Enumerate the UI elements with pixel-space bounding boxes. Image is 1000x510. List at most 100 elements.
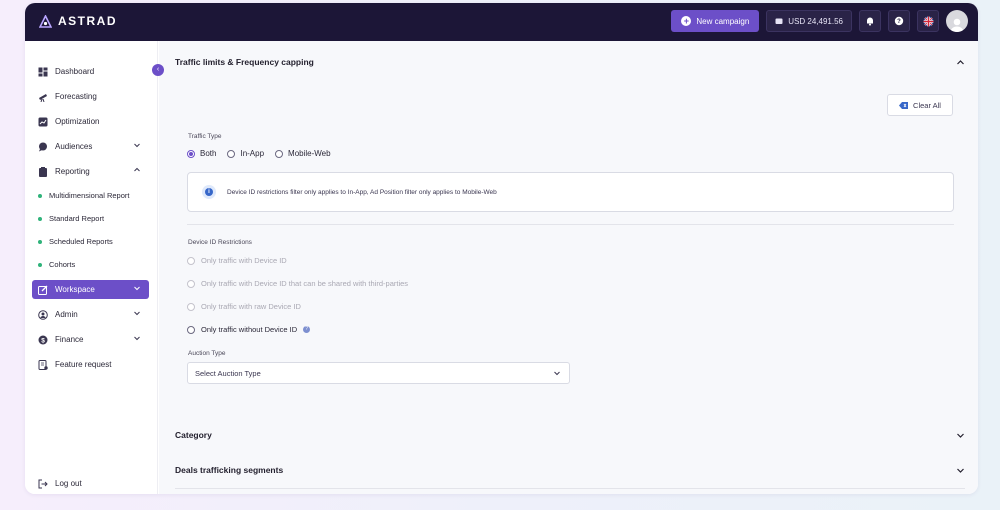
telescope-icon — [38, 92, 48, 102]
section-title: Category — [175, 430, 212, 440]
notifications-button[interactable] — [859, 10, 881, 32]
bell-icon — [867, 17, 873, 26]
new-campaign-button[interactable]: + New campaign — [671, 10, 760, 32]
chevron-down-icon — [134, 311, 140, 316]
device-id-option-with-id[interactable]: Only traffic with Device ID — [187, 256, 287, 265]
sidebar-collapse-button[interactable]: ‹ — [152, 64, 164, 76]
sidebar-item-workspace[interactable]: Workspace — [32, 280, 149, 299]
radio-selected-indicator — [187, 149, 195, 158]
section-category-header[interactable]: Category — [175, 430, 965, 440]
logout-button[interactable]: Log out — [32, 474, 149, 493]
option-label: Only traffic with Device ID that can be … — [201, 279, 409, 288]
sidebar-item-audiences[interactable]: Audiences — [32, 137, 149, 156]
radio-in-app[interactable]: In-App — [227, 149, 264, 158]
traffic-type-radio-group: Both In-App Mobile-Web — [187, 149, 331, 158]
device-id-option-shareable[interactable]: Only traffic with Device ID that can be … — [187, 279, 408, 288]
sidebar-item-forecasting[interactable]: Forecasting — [32, 87, 149, 106]
language-button[interactable] — [917, 10, 939, 32]
sidebar-subitem-standard-report[interactable]: Standard Report — [38, 214, 104, 223]
status-dot — [38, 262, 42, 267]
section-title: Deals trafficking segments — [175, 465, 284, 475]
sidebar-item-label: Feature request — [55, 360, 112, 369]
uk-flag-icon — [923, 16, 933, 26]
info-banner: i Device ID restrictions filter only app… — [187, 172, 954, 212]
sidebar-item-label: Forecasting — [55, 92, 97, 101]
status-dot — [38, 239, 42, 244]
status-dot — [38, 216, 42, 221]
radio-both[interactable]: Both — [187, 149, 216, 158]
balance-value: USD 24,491.56 — [788, 16, 843, 26]
dashboard-icon — [38, 67, 48, 77]
sidebar-subitem-label: Scheduled Reports — [49, 237, 113, 246]
divider — [175, 488, 965, 489]
help-icon[interactable]: ? — [303, 326, 311, 333]
new-campaign-label: New campaign — [696, 16, 750, 26]
device-id-option-raw[interactable]: Only traffic with raw Device ID — [187, 302, 301, 311]
section-deals-header[interactable]: Deals trafficking segments — [175, 465, 965, 475]
sidebar-item-dashboard[interactable]: Dashboard — [32, 62, 149, 81]
sidebar-subitem-label: Standard Report — [49, 214, 105, 223]
option-label: Only traffic without Device ID — [201, 325, 298, 334]
chart-icon — [38, 117, 48, 127]
shield-icon — [38, 309, 48, 320]
sidebar-item-reporting[interactable]: Reporting — [32, 162, 149, 181]
sidebar-item-optimization[interactable]: Optimization — [32, 112, 149, 131]
chevron-down-icon — [957, 433, 964, 438]
radio-mobile-web[interactable]: Mobile-Web — [275, 149, 331, 158]
traffic-type-label: Traffic Type — [188, 133, 222, 140]
help-button[interactable]: ? — [888, 10, 910, 32]
sidebar-item-label: Reporting — [55, 167, 90, 176]
device-id-option-without-id[interactable]: Only traffic without Device ID ? — [187, 325, 311, 334]
radio-label: Mobile-Web — [288, 149, 331, 158]
sidebar-item-label: Audiences — [55, 142, 93, 151]
radio-indicator — [227, 149, 236, 158]
section-traffic-limits-header[interactable]: Traffic limits & Frequency capping — [175, 57, 965, 67]
option-indicator — [187, 302, 195, 311]
status-dot — [38, 193, 42, 198]
divider — [187, 224, 954, 225]
sidebar-item-admin[interactable]: Admin — [32, 305, 149, 324]
top-bar: ASTRAD + New campaign USD 24,491.56 ? — [25, 3, 978, 41]
svg-text:?: ? — [897, 19, 901, 25]
dollar-icon: $ — [38, 335, 48, 345]
auction-type-select[interactable]: Select Auction Type — [187, 362, 570, 384]
section-title: Traffic limits & Frequency capping — [175, 57, 314, 67]
avatar[interactable] — [946, 10, 968, 32]
sidebar-subitem-cohorts[interactable]: Cohorts — [38, 260, 75, 269]
radio-indicator — [275, 149, 284, 158]
clear-all-button[interactable]: Clear All — [887, 94, 953, 116]
plus-icon: + — [681, 16, 692, 26]
sidebar-subitem-scheduled-reports[interactable]: Scheduled Reports — [38, 237, 113, 246]
sidebar-subitem-multidimensional-report[interactable]: Multidimensional Report — [38, 191, 129, 200]
option-label: Only traffic with Device ID — [201, 256, 287, 265]
logout-label: Log out — [55, 479, 82, 488]
sidebar-item-feature-request[interactable]: Feature request — [32, 355, 149, 374]
edit-icon — [38, 285, 48, 295]
radio-label: Both — [200, 149, 217, 158]
chevron-up-icon — [957, 59, 964, 64]
logout-icon — [38, 479, 48, 489]
clipboard-icon — [38, 166, 48, 177]
auction-type-label: Auction Type — [188, 350, 226, 357]
brand-name: ASTRAD — [58, 14, 117, 28]
radio-label: In-App — [240, 149, 265, 158]
sidebar-item-finance[interactable]: $ Finance — [32, 330, 149, 349]
sidebar: Dashboard Forecasting Optimization Audie… — [25, 41, 158, 494]
chat-icon — [38, 142, 48, 152]
option-indicator — [187, 325, 195, 334]
help-icon: ? — [894, 16, 904, 26]
sidebar-subitem-label: Cohorts — [49, 260, 76, 269]
request-icon — [38, 359, 48, 370]
option-label: Only traffic with raw Device ID — [201, 302, 301, 311]
option-indicator — [187, 279, 195, 288]
chevron-down-icon — [134, 143, 140, 148]
brand-logo[interactable]: ASTRAD — [39, 14, 117, 28]
chevron-up-icon — [134, 167, 140, 172]
chevron-down-icon — [554, 371, 560, 376]
info-icon: i — [202, 185, 216, 199]
option-indicator — [187, 256, 195, 265]
app-window: ASTRAD + New campaign USD 24,491.56 ? Da… — [25, 3, 978, 494]
device-id-label: Device ID Restrictions — [188, 239, 252, 246]
balance-display[interactable]: USD 24,491.56 — [766, 10, 852, 32]
main-content: Traffic limits & Frequency capping Clear… — [159, 41, 978, 494]
